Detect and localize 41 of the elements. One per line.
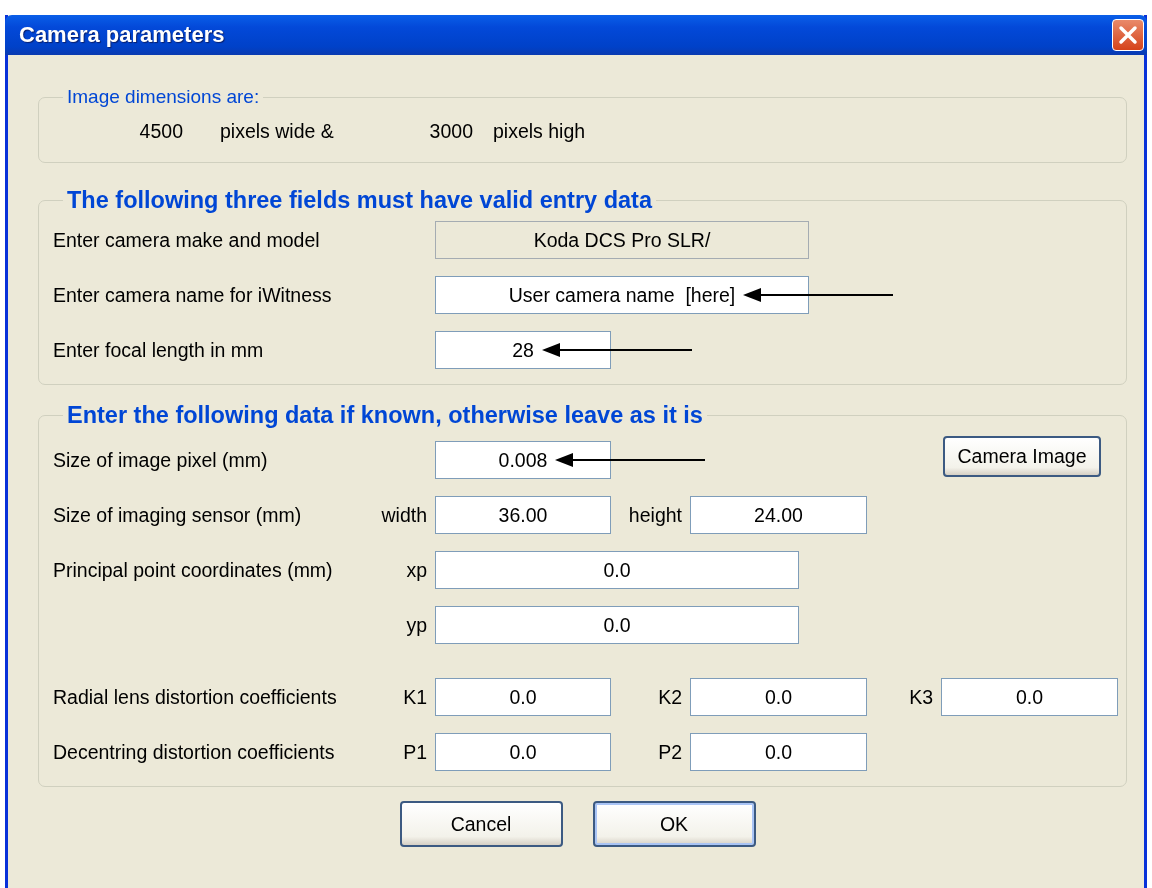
field-prefix: K3 (909, 685, 933, 709)
width-unit: pixels wide & (220, 119, 335, 143)
dialog-button[interactable]: OK (592, 801, 756, 847)
input-field[interactable]: 0.0 (435, 678, 611, 716)
field-prefix: yp (406, 613, 427, 637)
pixel-height: 3000 (428, 119, 473, 143)
group-title: Enter the following data if known, otherwise leave as it is (66, 402, 704, 429)
field-label: Size of image pixel (mm) (53, 448, 269, 472)
field-label: Enter camera name for iWitness (53, 283, 333, 307)
field-prefix: height (628, 503, 682, 527)
input-field[interactable]: 0.0 (941, 678, 1118, 716)
field-prefix: width (381, 503, 427, 527)
input-field[interactable]: 24.00 (690, 496, 867, 534)
input-field[interactable]: User camera name [here] (435, 276, 809, 314)
input-field[interactable]: 0.0 (435, 551, 799, 589)
field-prefix: K1 (403, 685, 427, 709)
input-field[interactable]: 28 (435, 331, 611, 369)
field-label: Principal point coordinates (mm) (53, 558, 334, 582)
pixel-width: 4500 (138, 119, 183, 143)
field-label: Enter camera make and model (53, 228, 321, 252)
group-title: Image dimensions are: (66, 86, 261, 108)
window-title: Camera parameters (19, 22, 225, 48)
input-field[interactable]: 0.008 (435, 441, 611, 479)
field-label: Decentring distortion coefficients (53, 740, 336, 764)
field-prefix: xp (406, 558, 427, 582)
input-field[interactable]: 0.0 (435, 606, 799, 644)
close-icon (1118, 25, 1138, 45)
input-field[interactable]: 36.00 (435, 496, 611, 534)
input-field[interactable]: 0.0 (690, 733, 867, 771)
field-label: Enter focal length in mm (53, 338, 265, 362)
height-unit: pixels high (493, 119, 587, 143)
close-button[interactable] (1112, 19, 1144, 51)
group-title: The following three fields must have valid entry data (66, 187, 654, 214)
field-label: Radial lens distortion coefficients (53, 685, 338, 709)
field-prefix: K2 (658, 685, 682, 709)
field-prefix: P1 (403, 740, 427, 764)
field-prefix: P2 (658, 740, 682, 764)
camera-image-button[interactable]: Camera Image (943, 435, 1101, 477)
input-field[interactable]: 0.0 (690, 678, 867, 716)
input-field[interactable]: 0.0 (435, 733, 611, 771)
dialog-button[interactable]: Cancel (399, 801, 563, 847)
